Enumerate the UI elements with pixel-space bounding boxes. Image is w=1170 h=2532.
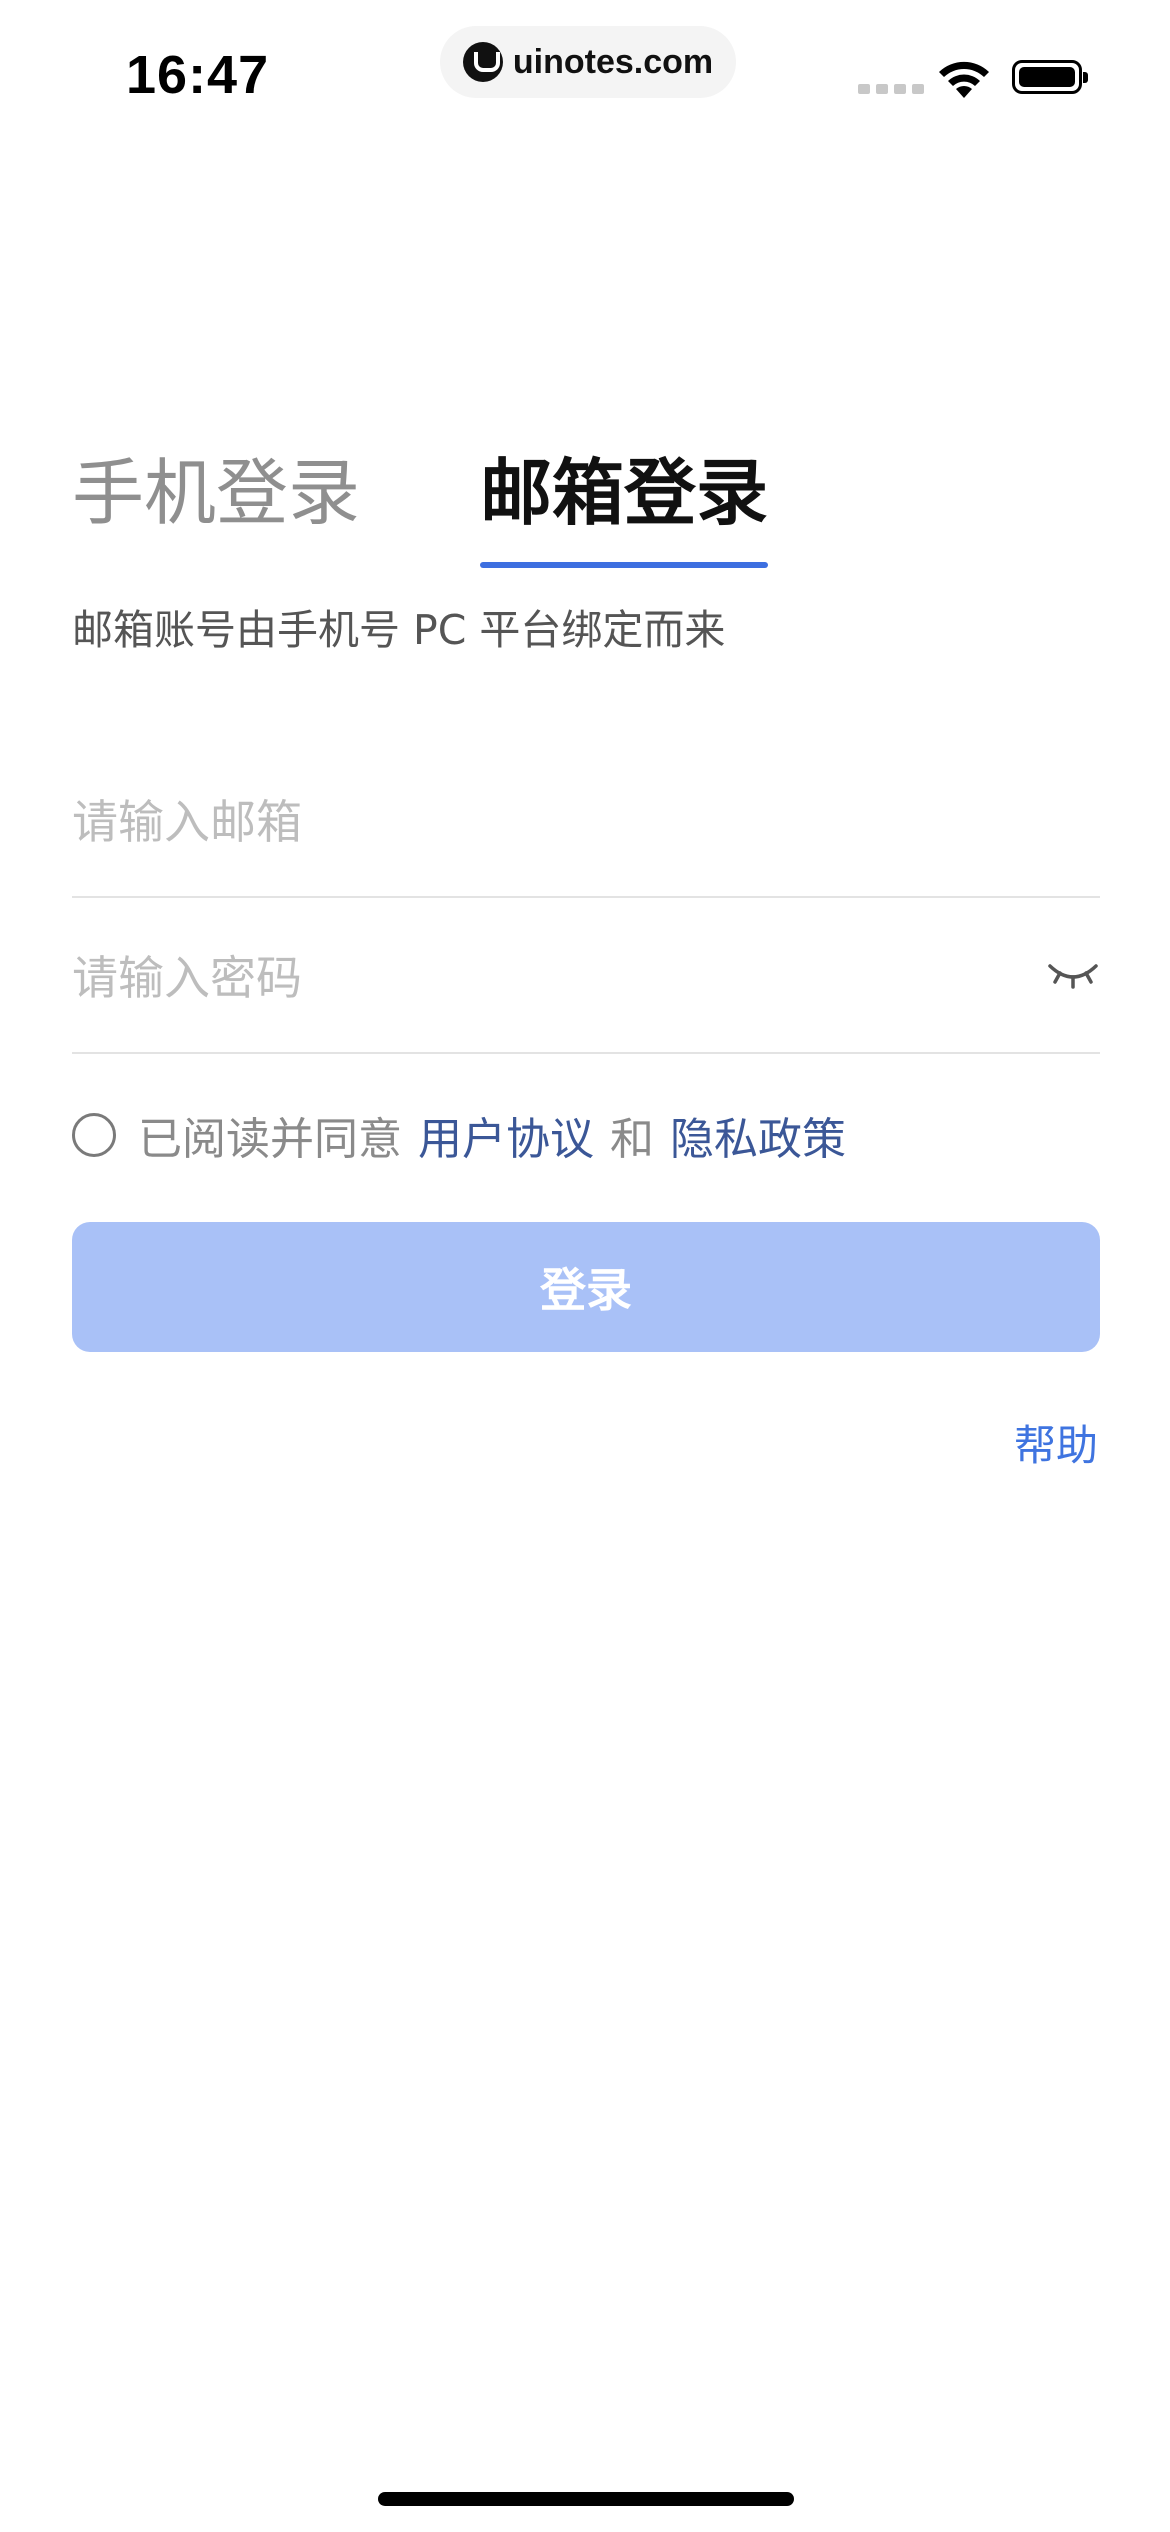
home-indicator [378,2492,794,2506]
agreement-prefix: 已阅读并同意 [138,1114,402,1165]
password-field-row [72,904,1100,1054]
status-time: 16:47 [126,45,270,105]
url-text: uinotes.com [512,42,714,81]
tab-active-indicator [480,562,768,568]
password-input[interactable] [72,904,972,1052]
battery-icon [1012,60,1088,94]
agreement-checkbox[interactable] [72,1113,116,1157]
privacy-policy-link[interactable]: 隐私政策 [670,1103,846,1167]
tab-phone-login[interactable]: 手机登录 [72,448,360,538]
wifi-icon [939,61,989,98]
eye-closed-icon[interactable] [1046,954,1100,994]
email-login-hint: 邮箱账号由手机号 PC 平台绑定而来 [72,606,726,654]
tab-email-login[interactable]: 邮箱登录 [480,448,768,538]
email-field-row [72,748,1100,898]
agreement-row: 已阅读并同意 用户协议 和 隐私政策 [72,1102,846,1168]
user-agreement-link[interactable]: 用户协议 [418,1103,594,1167]
uinotes-logo-icon [462,42,503,82]
email-input[interactable] [72,748,972,896]
url-pill[interactable]: uinotes.com [440,26,736,98]
cellular-signal-icon [858,84,924,94]
help-link[interactable]: 帮助 [1014,1412,1098,1473]
status-bar: 16:47 uinotes.com [0,0,1170,140]
login-button[interactable]: 登录 [72,1222,1100,1352]
agreement-conjunction: 和 [610,1114,654,1165]
